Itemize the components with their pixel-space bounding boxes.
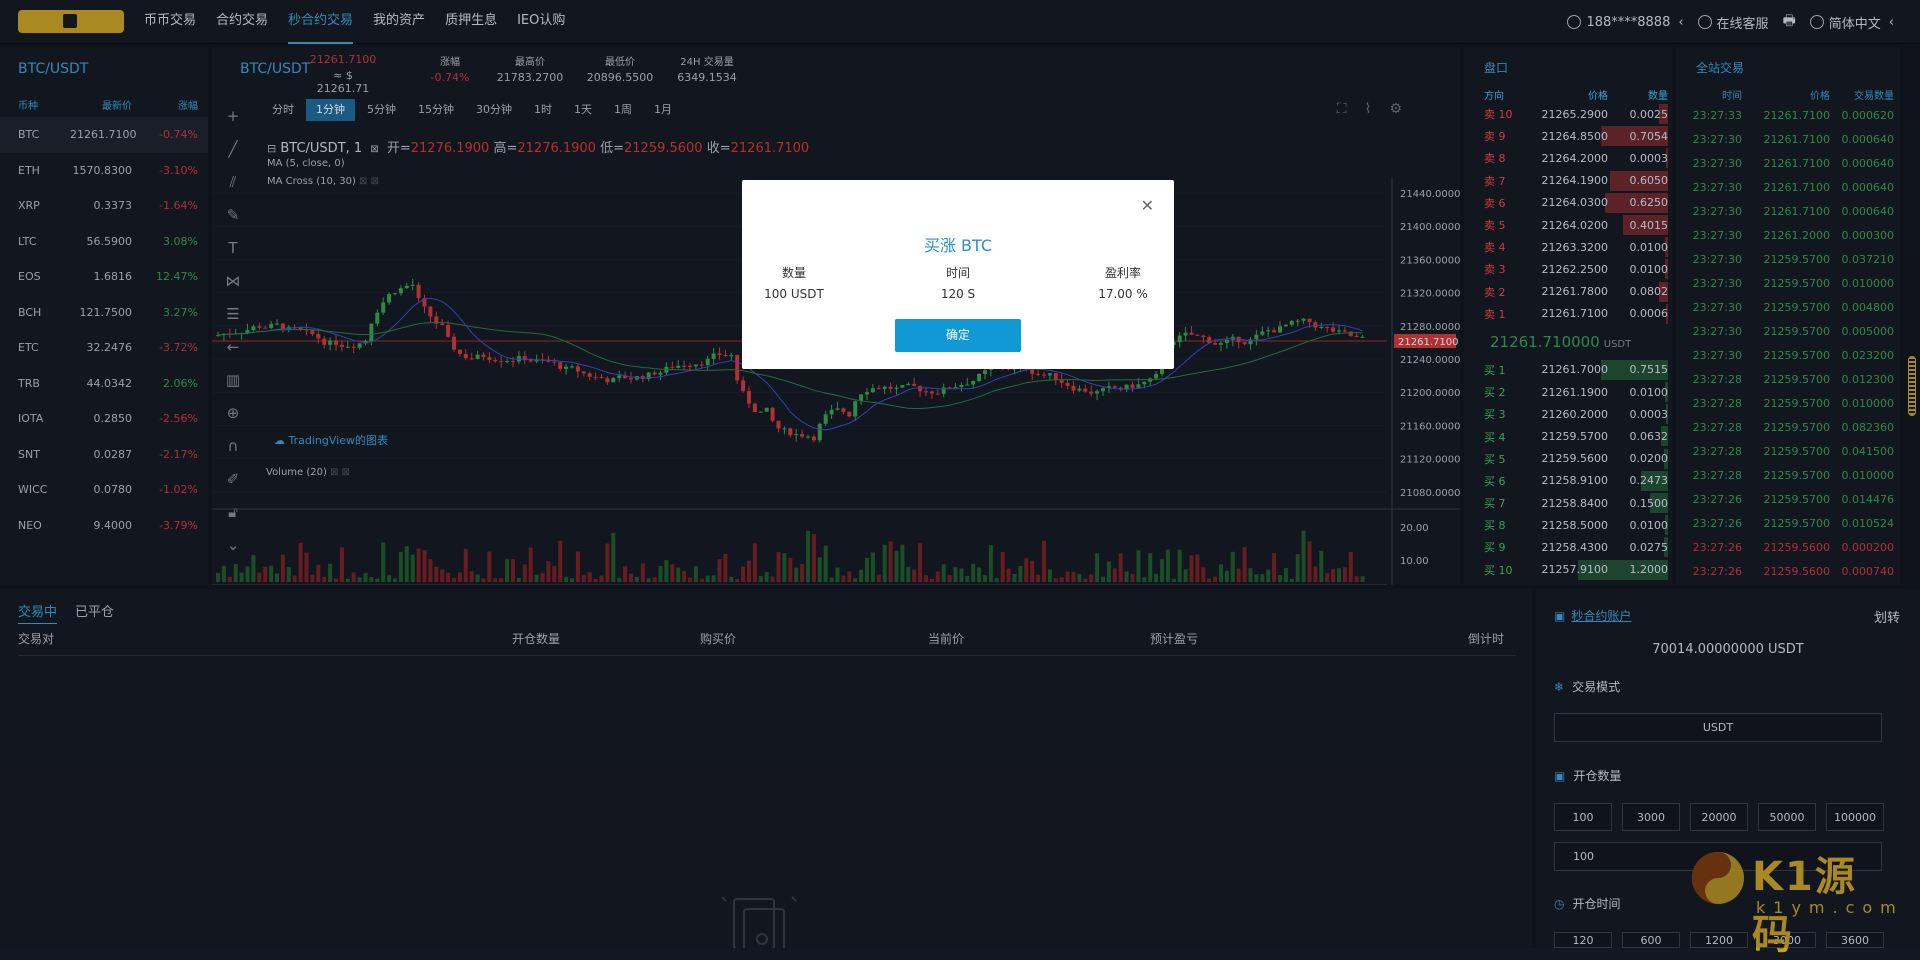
ob-price: 21258.4300 — [1541, 540, 1608, 554]
ob-side: 买 2 — [1484, 386, 1506, 400]
ob-side: 买 8 — [1484, 519, 1506, 533]
ob-side: 买 6 — [1484, 474, 1506, 488]
ob-price: 21261.1900 — [1541, 385, 1608, 399]
ob-side: 买 3 — [1484, 408, 1506, 422]
ob-amount: 0.6250 — [1629, 196, 1669, 210]
ob-side: 卖 5 — [1484, 219, 1506, 233]
ob-amount: 0.0100 — [1629, 385, 1669, 399]
ob-amount: 0.0003 — [1629, 407, 1669, 421]
ob-price: 21264.2000 — [1541, 151, 1608, 165]
ob-amount: 0.0003 — [1629, 151, 1669, 165]
ob-price: 21260.2000 — [1541, 407, 1608, 421]
dialog-qty-value: 100 USDT — [764, 287, 824, 301]
ob-price: 21264.1900 — [1541, 174, 1608, 188]
orderbook-header: 方向 价格 数量 — [1464, 85, 1672, 103]
ob-price: 21259.5600 — [1541, 452, 1608, 466]
ob-price: 21257.9100 — [1541, 563, 1608, 577]
ob-amount: 0.7515 — [1629, 363, 1669, 377]
ob-side: 卖 2 — [1484, 285, 1506, 299]
ob-amount: 0.0200 — [1629, 452, 1669, 466]
ob-side: 买 4 — [1484, 430, 1506, 444]
ob-amount: 0.2473 — [1629, 474, 1669, 488]
ob-amount: 0.0100 — [1629, 262, 1669, 276]
ob-price: 21264.0300 — [1541, 196, 1608, 210]
ob-price: 21265.2900 — [1541, 107, 1608, 121]
ob-amount: 0.0802 — [1629, 285, 1669, 299]
ob-amount: 0.7054 — [1629, 129, 1669, 143]
dialog-time-label: 时间 — [945, 266, 970, 280]
close-icon[interactable]: ✕ — [1141, 196, 1154, 215]
ob-side: 买 5 — [1484, 452, 1506, 466]
ob-amount: 0.0006 — [1629, 307, 1669, 321]
ob-side: 卖 1 — [1484, 307, 1506, 321]
ob-price: 21258.5000 — [1541, 518, 1608, 532]
dialog-rate: 盈利率 17.00 % — [1088, 264, 1158, 307]
ob-side: 卖 10 — [1484, 108, 1513, 122]
ob-side: 买 10 — [1484, 563, 1513, 577]
ob-header-side: 方向 — [1484, 90, 1504, 102]
ob-header-amount: 数量 — [1648, 90, 1668, 102]
ob-side: 卖 3 — [1484, 263, 1506, 277]
ob-price: 21263.3200 — [1541, 240, 1608, 254]
ob-price: 21261.7800 — [1541, 285, 1608, 299]
ob-amount: 0.6050 — [1629, 174, 1669, 188]
ob-amount: 0.0100 — [1629, 518, 1669, 532]
dialog-time: 时间 120 S — [926, 264, 990, 307]
ob-side: 买 9 — [1484, 541, 1506, 555]
ob-amount: 0.0275 — [1629, 540, 1669, 554]
confirm-button[interactable]: 确定 — [895, 319, 1021, 352]
dialog-qty-label: 数量 — [781, 266, 806, 280]
ob-amount: 1.2000 — [1629, 563, 1669, 577]
ob-side: 卖 4 — [1484, 241, 1506, 255]
confirm-dialog: ✕ 买涨 BTC 数量 100 USDT 时间 120 S 盈利率 17.00 % 确… — [742, 180, 1174, 369]
ob-amount: 0.0100 — [1629, 240, 1669, 254]
ob-price: 21261.7100 — [1541, 307, 1608, 321]
ob-header-price: 价格 — [1588, 90, 1608, 102]
ob-side: 卖 7 — [1484, 174, 1506, 188]
ob-amount: 0.0025 — [1629, 107, 1669, 121]
ob-price: 21262.2500 — [1541, 262, 1608, 276]
ob-price: 21258.9100 — [1541, 474, 1608, 488]
dialog-qty: 数量 100 USDT — [762, 264, 826, 307]
ob-amount: 0.0632 — [1629, 430, 1669, 444]
dialog-title: 买涨 BTC — [923, 236, 993, 255]
ob-price: 21258.8400 — [1541, 496, 1608, 510]
ob-price: 21264.8500 — [1541, 129, 1608, 143]
ob-amount: 0.1500 — [1629, 496, 1669, 510]
ob-price: 21261.7000 — [1541, 363, 1608, 377]
ob-side: 卖 9 — [1484, 130, 1506, 144]
ob-price: 21259.5700 — [1541, 430, 1608, 444]
dialog-time-value: 120 S — [940, 287, 976, 301]
ob-side: 买 7 — [1484, 497, 1506, 511]
ob-side: 卖 8 — [1484, 152, 1506, 166]
ob-amount: 0.4015 — [1629, 218, 1669, 232]
dialog-rate-value: 17.00 % — [1098, 287, 1148, 301]
ob-side: 卖 6 — [1484, 196, 1506, 210]
dialog-rate-label: 盈利率 — [1104, 266, 1141, 280]
ob-side: 买 1 — [1484, 363, 1506, 377]
ob-price: 21264.0200 — [1541, 218, 1608, 232]
